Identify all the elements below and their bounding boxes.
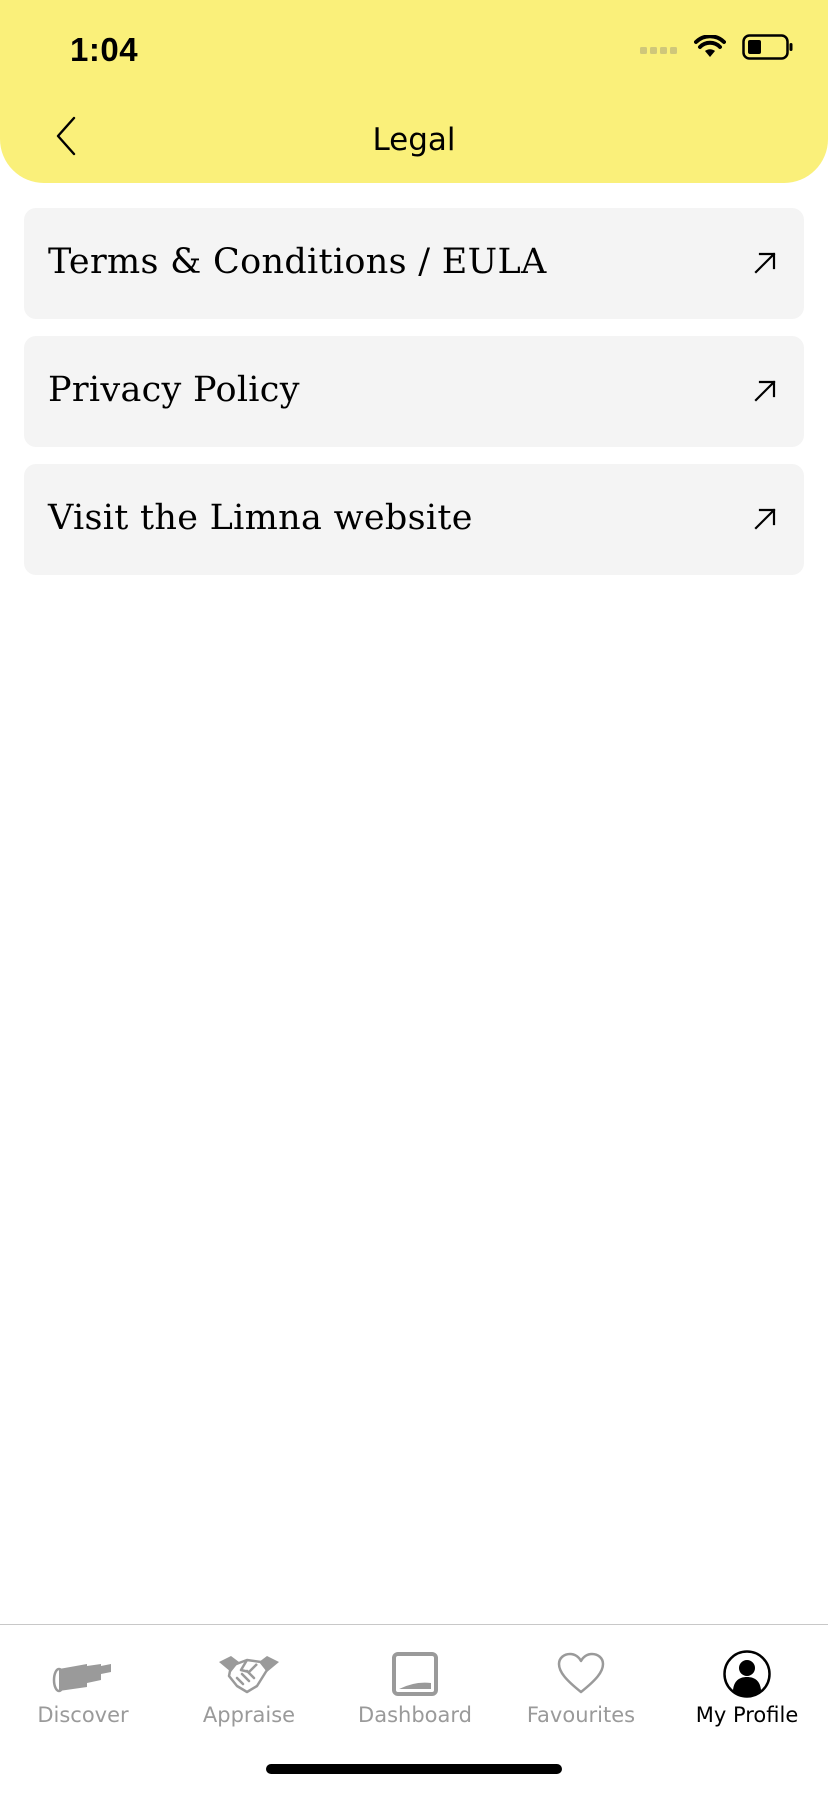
page-title: Legal [372, 122, 456, 158]
wifi-icon [694, 34, 726, 63]
laptop-icon [383, 1649, 447, 1699]
external-link-icon [752, 378, 778, 404]
tab-label: Discover [37, 1703, 129, 1727]
tab-label: My Profile [695, 1703, 799, 1727]
status-time: 1:04 [70, 31, 139, 68]
tab-label: Dashboard [358, 1703, 472, 1727]
list-item-label: Privacy Policy [48, 370, 300, 410]
external-link-icon [752, 506, 778, 532]
terms-row[interactable]: Terms & Conditions / EULA [24, 208, 804, 319]
legal-list: Terms & Conditions / EULA Privacy Policy… [24, 208, 804, 592]
tab-favourites[interactable]: Favourites [498, 1635, 664, 1735]
status-icons [640, 34, 794, 64]
telescope-icon [51, 1649, 115, 1699]
profile-icon [715, 1649, 779, 1699]
tab-label: Favourites [526, 1703, 636, 1727]
signal-icon [640, 40, 678, 59]
external-link-icon [752, 250, 778, 276]
heart-icon [549, 1649, 613, 1699]
list-item-label: Terms & Conditions / EULA [48, 242, 547, 282]
header: 1:04 Legal [0, 0, 828, 183]
list-item-label: Visit the Limna website [48, 498, 473, 538]
tab-appraise[interactable]: Appraise [166, 1635, 332, 1735]
tab-discover[interactable]: Discover [0, 1635, 166, 1735]
website-row[interactable]: Visit the Limna website [24, 464, 804, 575]
privacy-row[interactable]: Privacy Policy [24, 336, 804, 447]
tab-label: Appraise [202, 1703, 296, 1727]
tab-dashboard[interactable]: Dashboard [332, 1635, 498, 1735]
home-indicator [266, 1764, 562, 1774]
tab-my-profile[interactable]: My Profile [664, 1635, 828, 1735]
handshake-icon [217, 1649, 281, 1699]
battery-icon [742, 34, 794, 64]
